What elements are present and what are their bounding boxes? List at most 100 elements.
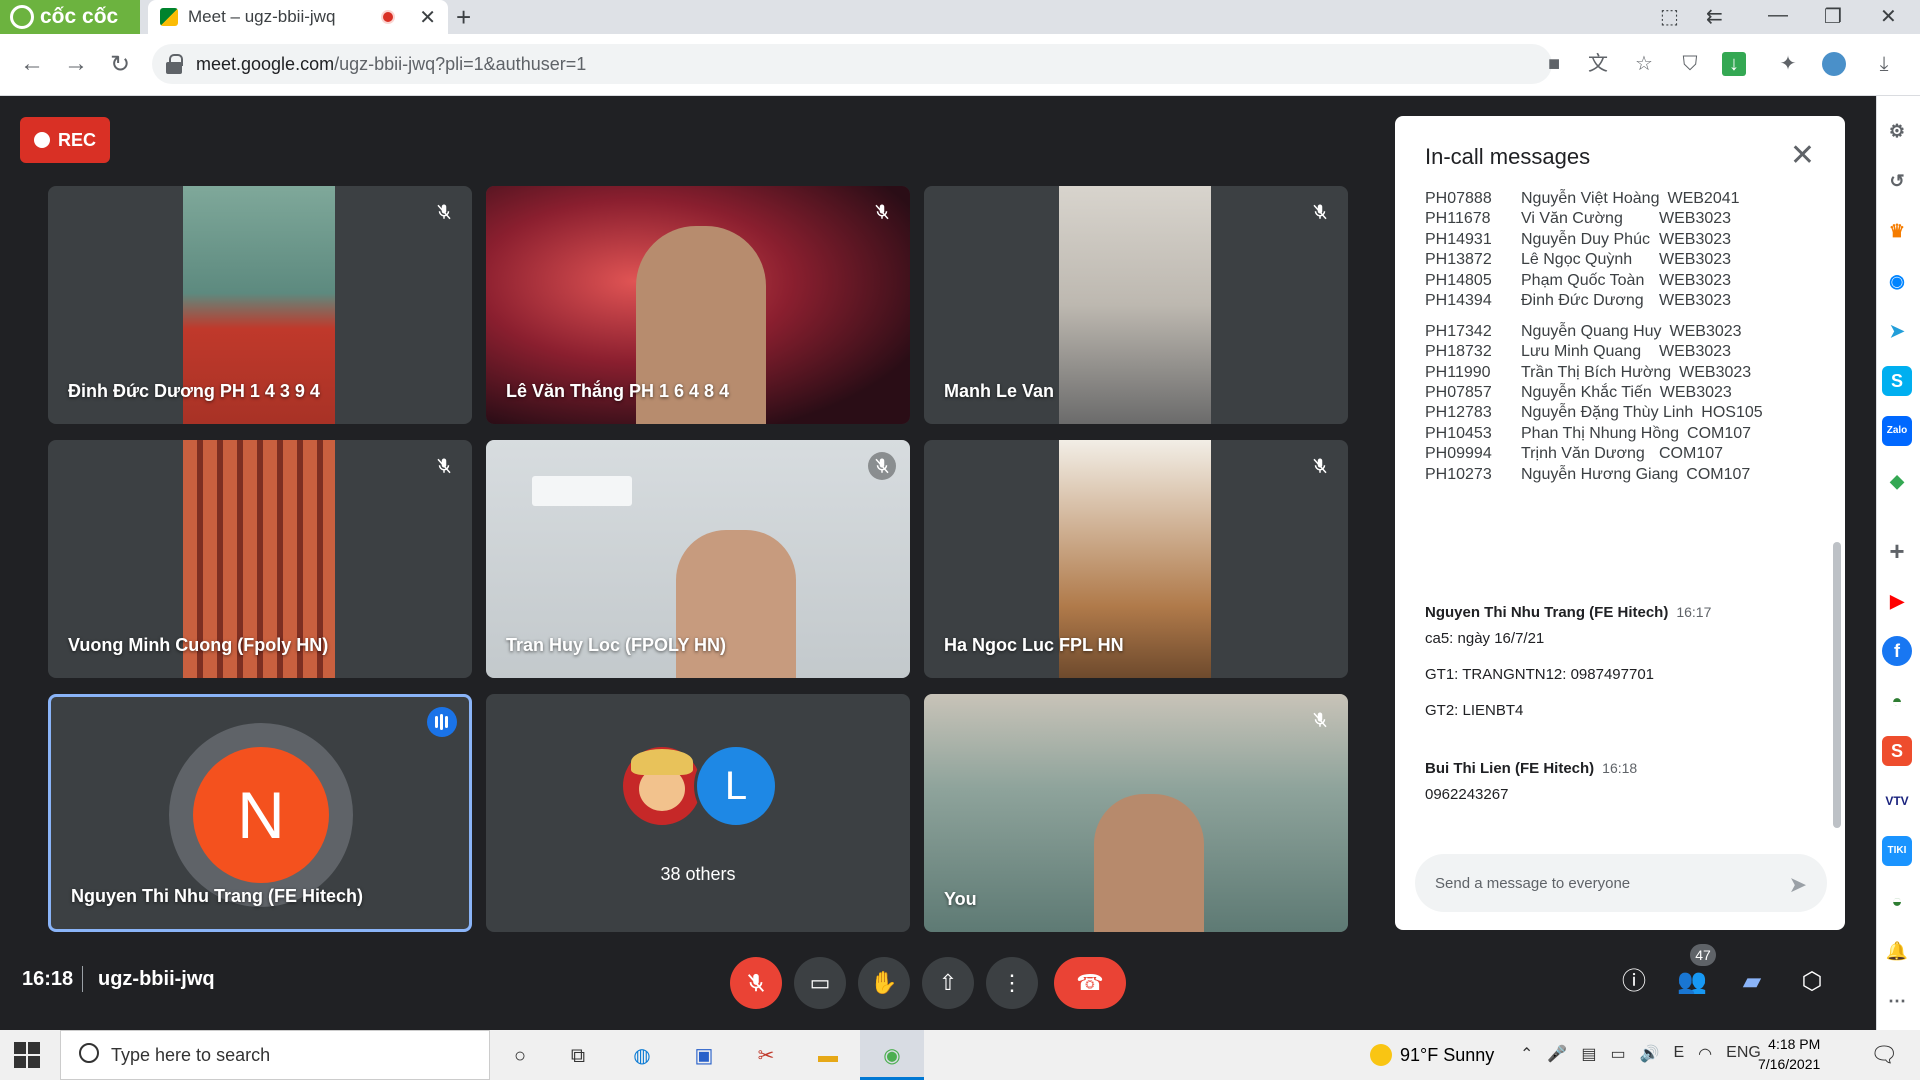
participant-tile[interactable]: Lê Văn Thắng PH 1 6 4 8 4 [486,186,910,424]
more-options-button[interactable]: ⋮ [986,957,1038,1009]
taskbar-clock[interactable]: 4:18 PM 7/16/2021 [1758,1034,1820,1074]
participant-tile[interactable]: Manh Le Van [924,186,1348,424]
self-tile[interactable]: You [924,694,1348,932]
microphone-icon[interactable]: 🎤 [1547,1044,1567,1064]
camera-icon[interactable]: ■ [1542,52,1566,76]
messenger-icon[interactable]: ◉ [1882,266,1912,296]
volume-icon[interactable]: 🔊 [1640,1044,1660,1064]
network-app-icon[interactable]: ▣ [688,1040,720,1072]
participant-name: Lê Văn Thắng PH 1 6 4 8 4 [506,381,730,401]
student-name: Nguyễn Quang Huy [1521,323,1662,340]
windows-start-button[interactable] [14,1042,40,1068]
close-window-button[interactable]: ✕ [1880,4,1897,29]
student-name: Lưu Minh Quang [1521,343,1642,360]
shopee-icon[interactable]: S [1882,736,1912,766]
course-code: COM107 [1687,425,1752,442]
notification-bell-icon[interactable]: 🔔 [1882,936,1912,966]
extensions-puzzle-icon[interactable]: ✦ [1776,52,1800,76]
minimize-button[interactable]: — [1768,4,1788,27]
forward-button[interactable]: → [64,50,88,78]
new-tab-button[interactable]: + [456,2,471,33]
battery-icon[interactable]: ▭ [1610,1044,1625,1064]
message-sender: Bui Thi Lien (FE Hitech) 16:18 [1425,760,1638,777]
raise-hand-button[interactable]: ✋ [858,957,910,1009]
crown-icon[interactable]: ♛ [1882,216,1912,246]
chat-input[interactable]: Send a message to everyone ➤ [1415,854,1827,912]
browser-tab-meet[interactable]: Meet – ugz-bbii-jwq ✕ [148,0,448,34]
telegram-icon[interactable]: ➤ [1882,316,1912,346]
chat-icon[interactable]: ▰ [1732,962,1772,1002]
vtv-icon[interactable]: VTV [1882,786,1912,816]
participant-tile[interactable]: Vuong Minh Cuong (Fpoly HN) [48,440,472,678]
cortana-icon[interactable]: ○ [504,1040,536,1072]
student-id: PH14805 [1425,272,1492,289]
chat-input-placeholder: Send a message to everyone [1435,874,1631,892]
action-center-icon[interactable]: 🗨 [1870,1042,1898,1068]
weather-widget[interactable]: 91°F Sunny [1370,1044,1494,1066]
task-view-icon[interactable]: ⧉ [562,1040,594,1072]
meeting-info-icon[interactable]: ⓘ [1614,962,1654,1002]
downloads-icon[interactable]: ⤓ [1872,52,1896,76]
student-id: PH17342 [1425,323,1492,340]
camera-toggle-button[interactable]: ▭ [794,957,846,1009]
bird-icon[interactable]: ◒ [1882,886,1912,916]
student-list-row: PH12783 Nguyễn Đặng Thùy Linh HOS105 [1425,404,1763,422]
leave-call-button[interactable]: ☎ [1054,957,1126,1009]
game-controller-icon[interactable]: ◆ [1882,466,1912,496]
student-list-row: PH07857 Nguyễn Khắc Tiến WEB3023 [1425,384,1732,402]
wifi-icon[interactable]: ◠ [1698,1044,1712,1064]
coccoc-browser-icon[interactable]: ◉ [876,1040,908,1072]
screenshot-icon[interactable]: ⬚ [1660,4,1679,29]
send-icon[interactable]: ➤ [1789,872,1807,898]
skype-icon[interactable]: S [1882,366,1912,396]
profile-avatar-icon[interactable] [1822,52,1846,76]
taskbar-date: 7/16/2021 [1758,1056,1821,1072]
more-icon[interactable]: ⋯ [1882,986,1912,1016]
maximize-button[interactable]: ❐ [1824,4,1842,29]
news-icon[interactable]: ◓ [1882,686,1912,716]
unikey-icon[interactable]: ▤ [1581,1044,1596,1064]
participant-tile[interactable]: Đinh Đức Dương PH 1 4 3 9 4 [48,186,472,424]
language-indicator[interactable]: ENG [1726,1044,1761,1064]
ime-icon[interactable]: E [1674,1044,1685,1064]
people-icon[interactable]: 👥 [1672,962,1712,1002]
participant-tile-active-speaker[interactable]: N Nguyen Thi Nhu Trang (FE Hitech) [48,694,472,932]
reload-button[interactable]: ↻ [110,50,130,79]
file-explorer-icon[interactable]: ▬ [812,1040,844,1072]
history-icon[interactable]: ↺ [1882,166,1912,196]
participant-tile[interactable]: Tran Huy Loc (FPOLY HN) [486,440,910,678]
participant-name: You [944,889,977,909]
shield-icon[interactable]: ⛉ [1678,52,1702,76]
browser-brand-button[interactable]: cốc cốc [0,0,140,34]
edge-icon[interactable]: ◍ [626,1040,658,1072]
translate-icon[interactable]: 文 [1586,52,1610,76]
facebook-icon[interactable]: f [1882,636,1912,666]
others-tile[interactable]: L 38 others [486,694,910,932]
download-extension-icon[interactable]: ↓ [1722,52,1746,76]
taskbar-search-box[interactable]: Type here to search [60,1030,490,1080]
bookmark-star-icon[interactable]: ☆ [1632,52,1656,76]
close-tab-icon[interactable]: ✕ [419,5,436,30]
mic-toggle-button[interactable] [730,957,782,1009]
show-hidden-icons[interactable]: ⌃ [1520,1044,1533,1064]
activities-icon[interactable]: ⬡ [1792,962,1832,1002]
participant-name: Ha Ngoc Luc FPL HN [944,635,1124,655]
back-history-icon[interactable]: ⇇ [1706,4,1723,29]
tiki-icon[interactable]: TIKI [1882,836,1912,866]
participant-tile[interactable]: Ha Ngoc Luc FPL HN [924,440,1348,678]
student-name: Đinh Đức Dương [1521,292,1644,309]
chat-messages-list[interactable]: PH07888 Nguyễn Việt Hoàng WEB2041 PH11678 Vi… [1395,186,1835,856]
course-code: WEB3023 [1659,343,1732,360]
coccoc-logo-icon [10,5,34,29]
close-chat-button[interactable]: ✕ [1790,138,1815,173]
zalo-icon[interactable]: Zalo [1882,416,1912,446]
student-list-row: PH14805 Phạm Quốc Toàn WEB3023 [1425,272,1731,290]
present-screen-button[interactable]: ⇧ [922,957,974,1009]
address-bar[interactable]: meet.google.com/ugz-bbii-jwq?pli=1&authu… [152,44,1552,84]
back-button[interactable]: ← [20,50,44,78]
add-extension-icon[interactable]: + [1882,536,1912,566]
snipping-tool-icon[interactable]: ✂ [750,1040,782,1072]
youtube-icon[interactable]: ▶ [1882,586,1912,616]
settings-gear-icon[interactable]: ⚙ [1882,116,1912,146]
chat-scrollbar[interactable] [1833,542,1841,828]
